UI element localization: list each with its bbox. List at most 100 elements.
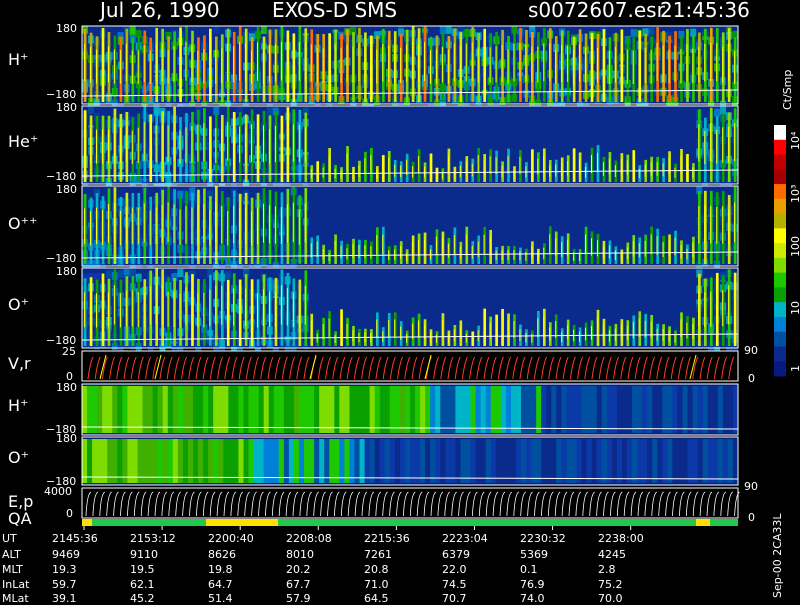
peak-line <box>716 206 718 244</box>
peak-line <box>543 155 545 174</box>
energy-column <box>465 386 472 433</box>
peak-line <box>304 43 306 82</box>
peak-line <box>662 241 664 257</box>
peak-line <box>316 165 318 178</box>
peak-line <box>203 49 205 84</box>
peak-line <box>489 156 491 174</box>
panel-label-o-plus-plus: O⁺⁺ <box>8 214 38 233</box>
peak-line <box>125 207 127 245</box>
energy-column <box>177 439 184 483</box>
peak-line <box>376 235 378 255</box>
peak-line <box>286 204 288 243</box>
peak-line <box>268 291 270 327</box>
peak-line <box>620 44 622 82</box>
energy-column <box>687 439 694 483</box>
qa-flag <box>696 519 710 526</box>
peak-line <box>722 206 724 244</box>
colorbar-segment <box>774 272 786 288</box>
energy-column <box>541 386 547 433</box>
energy-column <box>374 386 381 433</box>
peak-line <box>519 43 521 82</box>
peak-line <box>96 129 98 164</box>
panel-label-he-plus: He⁺ <box>8 132 39 151</box>
peak-line <box>382 331 384 342</box>
peak-line <box>84 125 86 162</box>
peak-line <box>704 43 706 82</box>
footer-cell: 4245 <box>598 548 626 561</box>
energy-column <box>601 386 608 433</box>
peak-line <box>447 243 449 258</box>
colorbar-segment <box>774 316 786 333</box>
peak-line <box>477 330 479 342</box>
energy-column <box>177 386 184 433</box>
peak-line <box>692 242 694 258</box>
energy-column <box>228 386 234 433</box>
peak-line <box>167 202 169 243</box>
peak-line <box>143 45 145 82</box>
energy-column <box>379 439 386 483</box>
footer-cell: 5369 <box>520 548 548 561</box>
peak-line <box>608 158 610 175</box>
peak-line <box>149 286 151 325</box>
peak-line <box>734 123 736 162</box>
energy-column <box>682 386 689 433</box>
peak-line <box>221 128 223 164</box>
footer-cell: 9469 <box>52 548 80 561</box>
energy-column <box>425 439 431 483</box>
qa-bar <box>82 519 738 526</box>
peak-line <box>388 157 390 175</box>
energy-column <box>233 386 239 433</box>
footer-row-label: MLT <box>2 563 23 576</box>
peak-line <box>245 128 247 164</box>
energy-column <box>273 439 280 483</box>
peak-line <box>495 46 497 83</box>
energy-column <box>536 386 542 433</box>
peak-line <box>107 129 109 164</box>
peak-line <box>728 285 730 325</box>
peak-line <box>358 165 360 178</box>
energy-column <box>213 439 219 483</box>
peak-line <box>585 166 587 178</box>
peak-line <box>370 246 372 259</box>
peak-line <box>668 157 670 175</box>
peak-line <box>429 333 431 343</box>
energy-column <box>632 386 638 433</box>
peak-line <box>137 207 139 245</box>
peak-line <box>245 43 247 82</box>
peak-line <box>191 207 193 245</box>
energy-column <box>203 386 209 433</box>
energy-column <box>198 386 204 433</box>
peak-line <box>710 291 712 327</box>
peak-line <box>185 206 187 244</box>
footer-cell: 8626 <box>208 548 236 561</box>
energy-column <box>233 439 239 483</box>
peak-line <box>346 153 348 173</box>
energy-column <box>410 386 416 433</box>
peak-line <box>638 318 640 337</box>
peak-line <box>257 293 259 328</box>
peak-line <box>101 288 103 326</box>
colorbar-segment <box>774 243 786 259</box>
energy-column <box>142 439 149 483</box>
peak-line <box>459 246 461 259</box>
y-tick-bottom: −180 <box>46 88 77 101</box>
peak-line <box>686 248 688 260</box>
peak-line <box>471 42 473 81</box>
footer-cell: 45.2 <box>130 592 155 605</box>
energy-column <box>410 439 416 483</box>
energy-column <box>324 386 330 433</box>
peak-line <box>388 319 390 338</box>
energy-column <box>702 386 709 433</box>
energy-column <box>314 439 320 483</box>
energy-column <box>430 439 436 483</box>
peak-line <box>280 129 282 164</box>
peak-line <box>716 43 718 82</box>
energy-column <box>157 386 164 433</box>
energy-column <box>667 386 673 433</box>
energy-column <box>167 439 174 483</box>
peak-line <box>257 207 259 245</box>
colorbar-segment <box>774 361 786 377</box>
peak-line <box>602 44 604 82</box>
colorbar-label-10e3: 10³ <box>789 184 800 203</box>
footer-cell: 7261 <box>364 548 392 561</box>
